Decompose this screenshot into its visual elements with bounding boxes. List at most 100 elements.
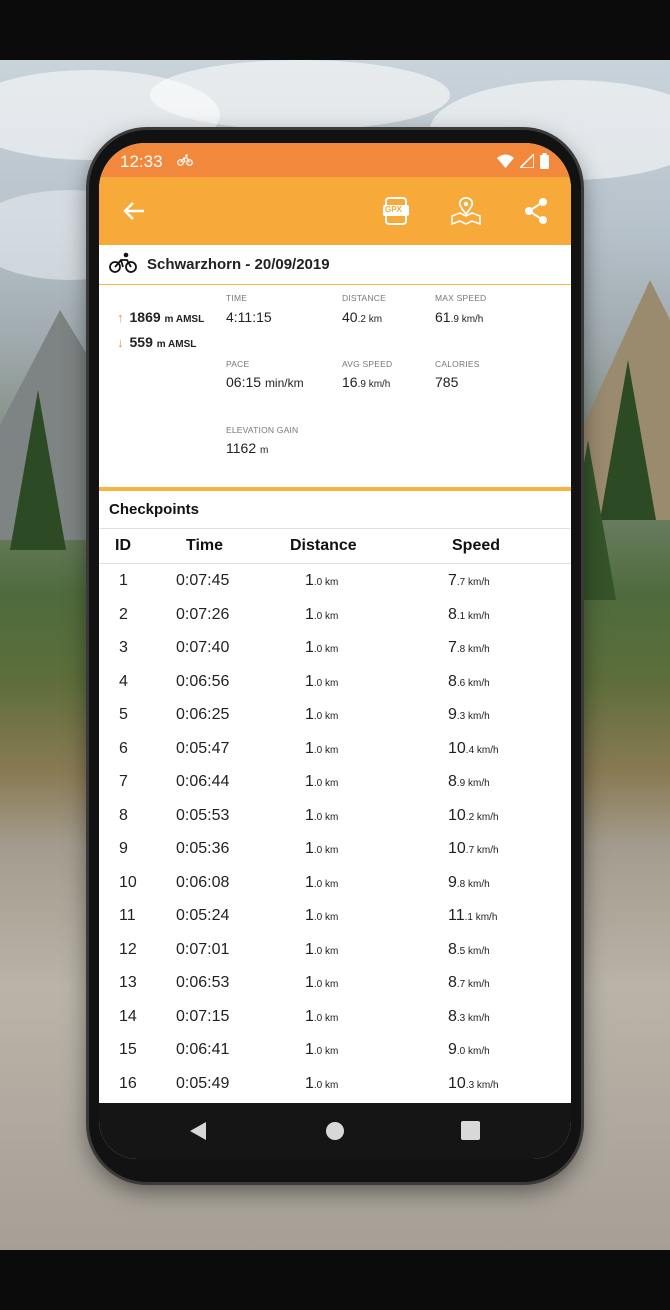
table-row[interactable]: 2 0:07:26 1.0 km 8.1 km/h	[99, 598, 571, 632]
speed-dec: .3 km/h	[456, 711, 490, 722]
bicycle-icon	[109, 252, 137, 279]
checkpoints-table-body[interactable]: 1 0:07:45 1.0 km 7.7 km/h 2 0:07:26 1.0 km 8.1 …	[99, 564, 571, 1100]
cell-speed: 11.1 km/h	[448, 907, 497, 925]
cell-distance: 1.0 km	[305, 673, 338, 691]
cell-speed: 10.3 km/h	[448, 1075, 499, 1093]
table-row[interactable]: 12 0:07:01 1.0 km 8.5 km/h	[99, 933, 571, 967]
speed-dec: .6 km/h	[456, 677, 490, 689]
table-row[interactable]: 13 0:06:53 1.0 km 8.7 km/h	[99, 966, 571, 1000]
min-altitude-unit: m AMSL	[156, 339, 197, 350]
nav-home-icon[interactable]	[325, 1121, 345, 1146]
speed-dec: .3 km/h	[465, 1079, 499, 1091]
back-arrow-icon[interactable]	[117, 194, 151, 228]
cell-speed: 10.4 km/h	[448, 740, 499, 758]
distance-int: 1	[305, 1074, 314, 1092]
cell-id: 14	[119, 1007, 137, 1025]
cell-time: 0:07:01	[176, 940, 230, 958]
status-time: 12:33	[120, 152, 163, 171]
speed-dec: .3 km/h	[456, 1012, 490, 1024]
cell-id: 12	[119, 940, 137, 958]
min-altitude-value: 559	[129, 334, 153, 350]
table-row[interactable]: 8 0:05:53 1.0 km 10.2 km/h	[99, 799, 571, 833]
cell-id: 9	[119, 840, 128, 857]
cell-id: 6	[119, 739, 128, 757]
speed-int: 10	[448, 806, 466, 824]
calories-label: CALORIES	[435, 359, 480, 369]
speed-int: 7	[448, 639, 457, 656]
distance-label: DISTANCE	[342, 293, 386, 303]
table-row[interactable]: 6 0:05:47 1.0 km 10.4 km/h	[99, 732, 571, 766]
avg-speed-int: 16	[342, 374, 358, 390]
cell-distance: 1.0 km	[305, 974, 338, 992]
cell-distance: 1.0 km	[305, 840, 338, 858]
speed-int: 10	[448, 1074, 466, 1092]
table-row[interactable]: 11 0:05:24 1.0 km 11.1 km/h	[99, 899, 571, 933]
table-row[interactable]: 14 0:07:15 1.0 km 8.3 km/h	[99, 1000, 571, 1034]
checkpoints-header: Checkpoints	[99, 491, 571, 528]
cell-id: 16	[119, 1074, 137, 1092]
distance-int: 1	[305, 773, 314, 790]
table-row[interactable]: 4 0:06:56 1.0 km 8.6 km/h	[99, 665, 571, 699]
speed-dec: .5 km/h	[456, 945, 490, 957]
distance-dec: .0 km	[313, 945, 339, 957]
speed-dec: .1 km/h	[464, 912, 498, 923]
speed-int: 10	[448, 739, 466, 757]
cell-speed: 10.2 km/h	[448, 807, 499, 825]
cell-id: 11	[119, 907, 136, 924]
cell-distance: 1.0 km	[305, 572, 338, 590]
cell-time: 0:05:47	[176, 739, 230, 757]
nav-recents-icon[interactable]	[461, 1121, 480, 1145]
trip-title: Schwarzhorn - 20/09/2019	[147, 256, 330, 273]
table-row[interactable]: 1 0:07:45 1.0 km 7.7 km/h	[99, 564, 571, 598]
cell-id: 3	[119, 639, 128, 656]
column-header-speed: Speed	[452, 537, 501, 554]
table-row[interactable]: 10 0:06:08 1.0 km 9.8 km/h	[99, 866, 571, 900]
speed-dec: .7 km/h	[465, 845, 499, 856]
distance-int: 1	[305, 907, 314, 924]
map-button[interactable]	[449, 194, 483, 228]
checkpoints-column-headers: ID Time Distance Speed	[99, 529, 571, 564]
distance-dec: .0 km	[313, 1046, 339, 1057]
avg-speed-label: AVG SPEED	[342, 359, 393, 369]
bicycle-icon	[177, 153, 193, 171]
cloud	[150, 60, 450, 130]
battery-icon	[540, 153, 549, 169]
app-toolbar: GPX	[99, 177, 571, 245]
speed-dec: .2 km/h	[465, 811, 499, 823]
share-button[interactable]	[519, 194, 553, 228]
distance-int: 1	[305, 672, 314, 690]
wifi-icon	[497, 154, 514, 168]
cell-id: 8	[119, 806, 128, 824]
cell-speed: 8.3 km/h	[448, 1008, 490, 1026]
tree	[10, 390, 66, 550]
table-row[interactable]: 16 0:05:49 1.0 km 10.3 km/h	[99, 1067, 571, 1101]
speed-dec: .1 km/h	[456, 610, 490, 622]
cell-time: 0:05:53	[176, 806, 230, 824]
table-row[interactable]: 7 0:06:44 1.0 km 8.9 km/h	[99, 765, 571, 799]
distance-int: 1	[305, 706, 314, 723]
speed-int: 8	[448, 940, 457, 958]
table-row[interactable]: 3 0:07:40 1.0 km 7.8 km/h	[99, 631, 571, 665]
table-row[interactable]: 15 0:06:41 1.0 km 9.0 km/h	[99, 1033, 571, 1067]
cell-time: 0:06:44	[176, 773, 230, 790]
speed-int: 10	[448, 840, 466, 857]
speed-int: 8	[448, 974, 457, 991]
cell-speed: 7.7 km/h	[448, 572, 490, 590]
gpx-export-button[interactable]: GPX	[379, 194, 413, 228]
time-value: 4:11:15	[226, 309, 272, 325]
nav-back-icon[interactable]	[189, 1121, 207, 1146]
distance-int: 1	[305, 1007, 314, 1025]
max-altitude: ↑ 1869 m AMSL	[117, 309, 204, 325]
calories-value: 785	[435, 374, 459, 390]
table-row[interactable]: 5 0:06:25 1.0 km 9.3 km/h	[99, 698, 571, 732]
cell-time: 0:06:41	[176, 1041, 230, 1058]
speed-int: 8	[448, 672, 457, 690]
speed-dec: .9 km/h	[456, 778, 490, 789]
cell-distance: 1.0 km	[305, 1008, 338, 1026]
distance-int: 1	[305, 572, 314, 589]
distance-dec: .0 km	[313, 778, 339, 789]
table-row[interactable]: 9 0:05:36 1.0 km 10.7 km/h	[99, 832, 571, 866]
app-screen: 12:33 GPX Schwarzhorn - 20/09/2019 ↑ 186…	[99, 143, 571, 1159]
cell-time: 0:07:26	[176, 605, 230, 623]
speed-int: 8	[448, 1007, 457, 1025]
